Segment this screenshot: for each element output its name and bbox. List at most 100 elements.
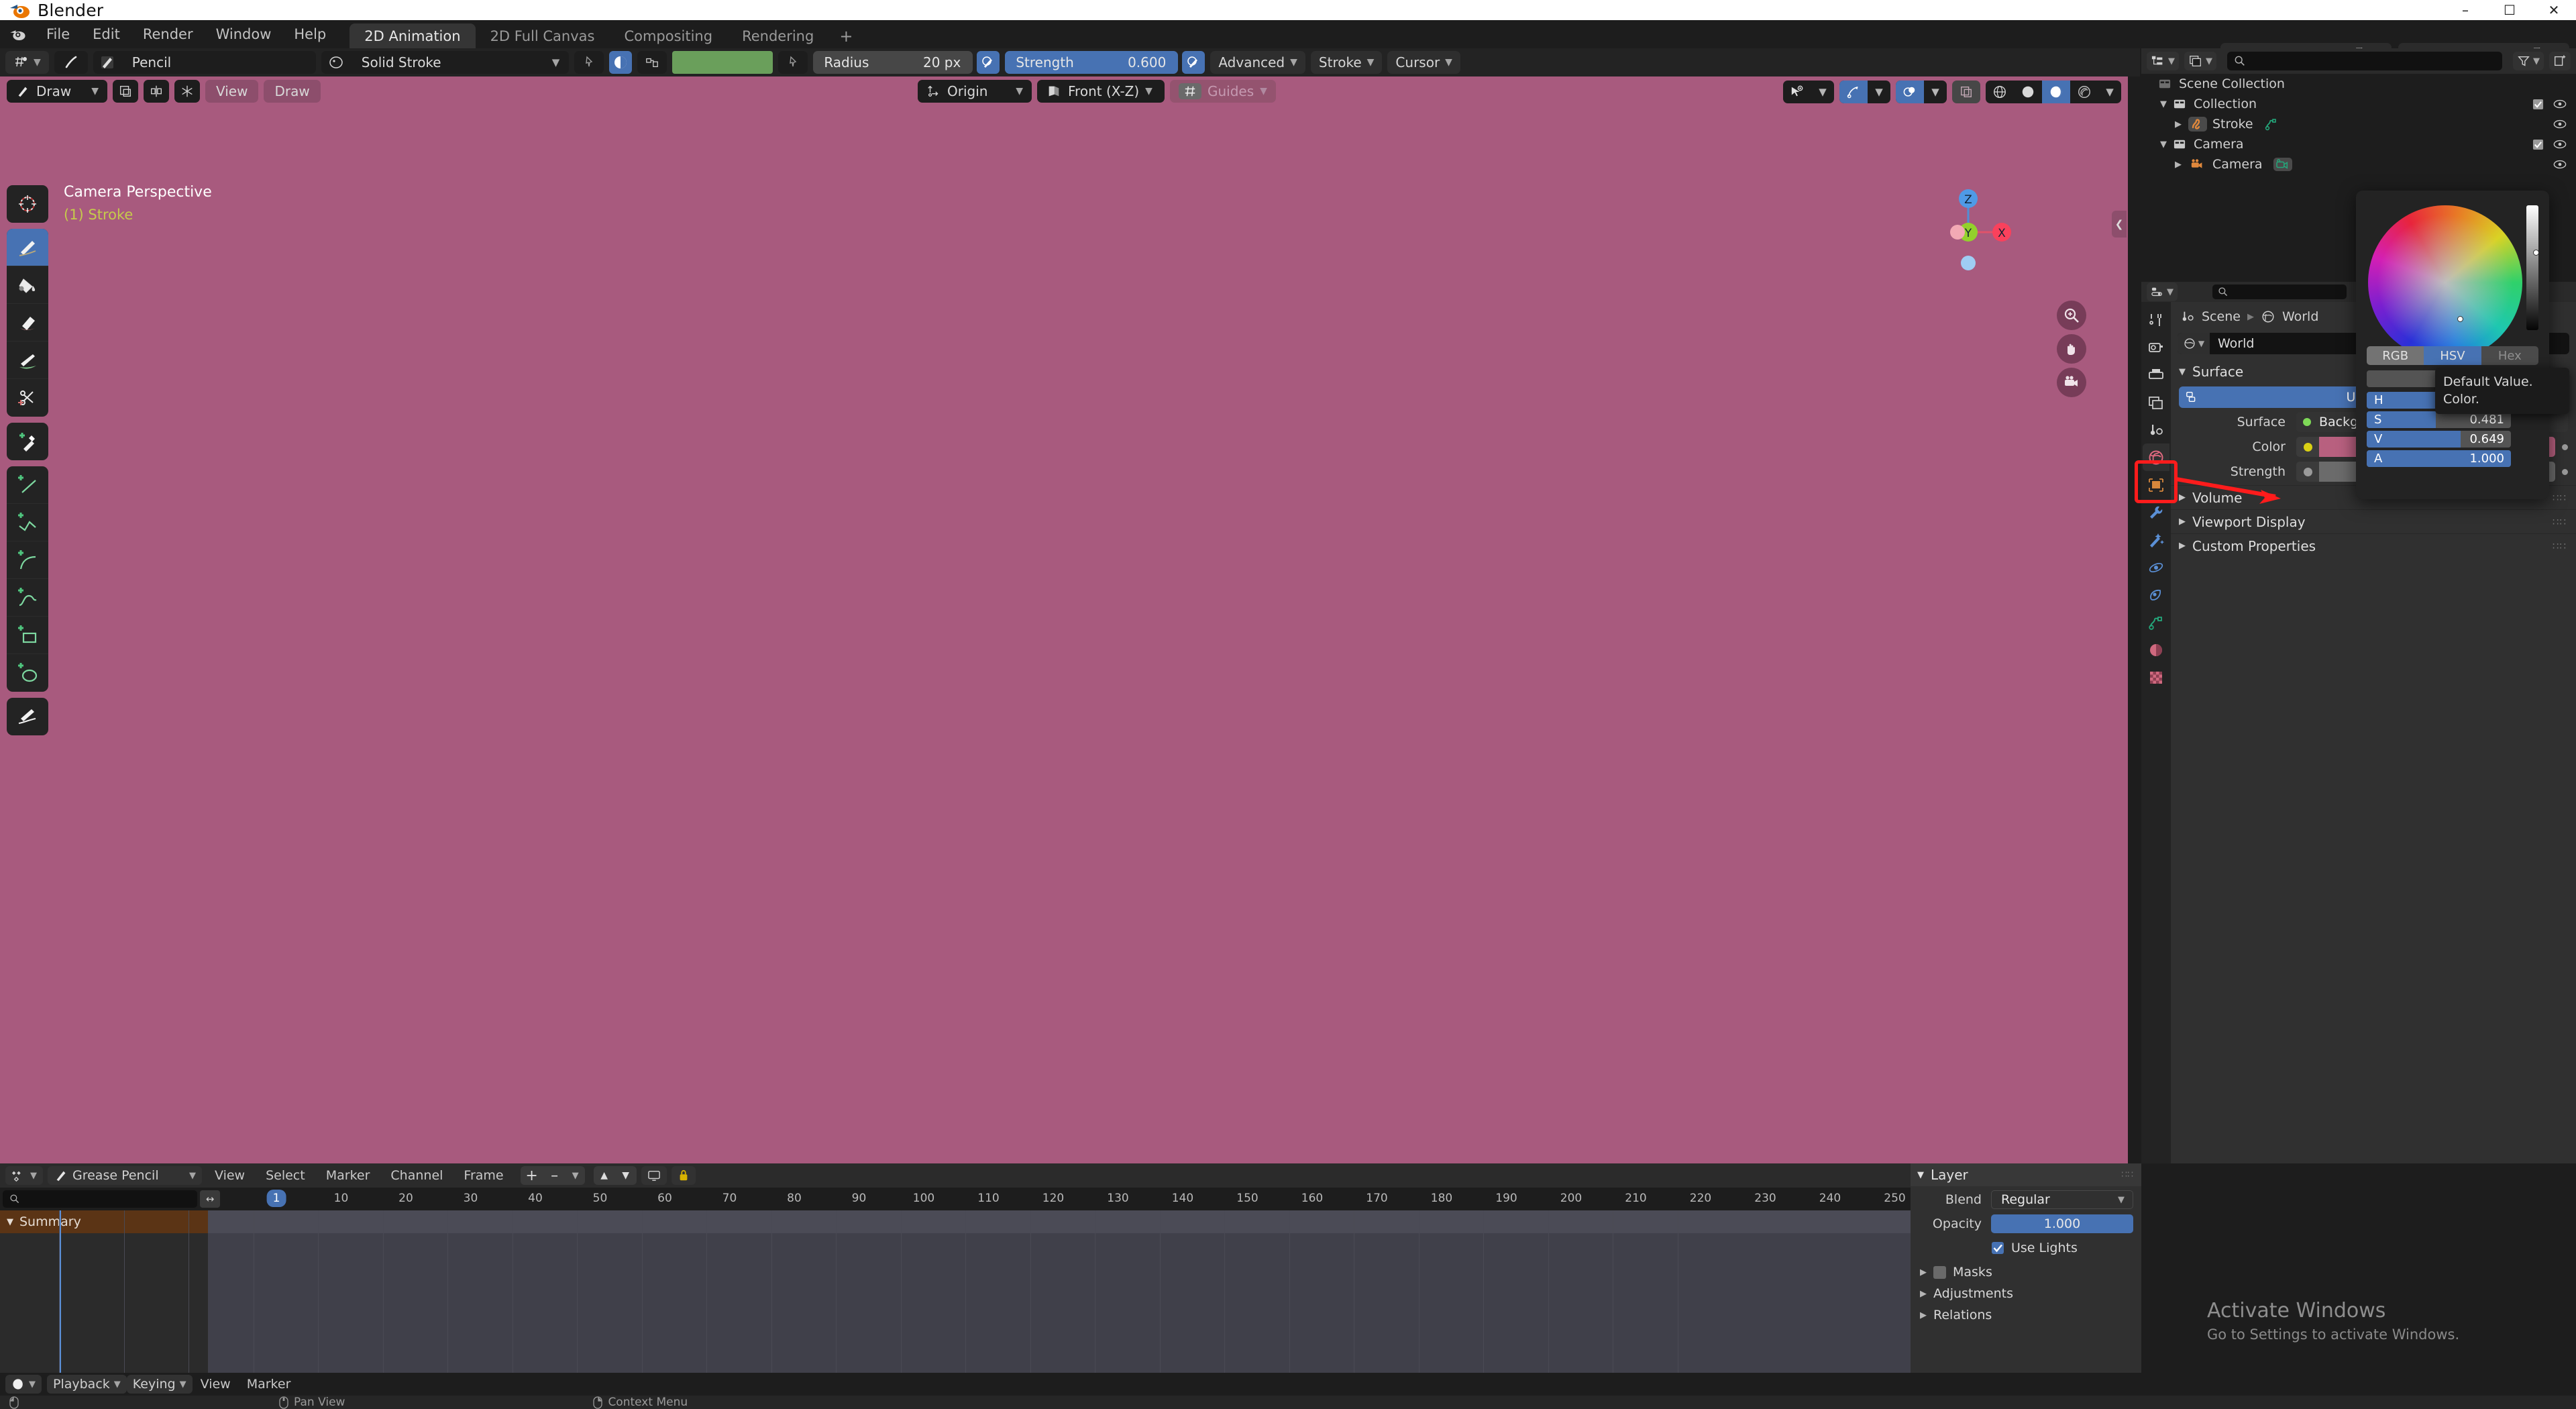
minimize-button[interactable]: – xyxy=(2443,0,2487,20)
color-picker-popup[interactable]: RGB HSV Hex H 0.941 S 0.481 V 0.649 A 1.… xyxy=(2356,191,2549,499)
mirror-toggle[interactable] xyxy=(144,80,169,103)
render-properties-tab[interactable] xyxy=(2143,333,2169,361)
viewport-menu-draw[interactable]: Draw xyxy=(264,80,321,103)
output-properties-tab[interactable] xyxy=(2143,361,2169,388)
line-tool[interactable] xyxy=(7,466,48,504)
pin-brush-button[interactable] xyxy=(574,51,604,74)
timeline-menu-view[interactable]: View xyxy=(193,1377,239,1392)
outliner-row-camera-collection[interactable]: ▼ Camera xyxy=(2141,134,2576,154)
dopesheet-channels[interactable]: ▼ Summary xyxy=(0,1210,1911,1373)
outliner-tree[interactable]: Scene Collection ▼ Collection ▶ Stroke ▼… xyxy=(2141,74,2576,174)
maximize-button[interactable]: ☐ xyxy=(2487,0,2532,20)
vertex-color-swatch[interactable] xyxy=(672,51,773,74)
gizmo-toggle-group[interactable]: ▼ xyxy=(1839,81,1890,103)
cursor-tool[interactable] xyxy=(7,185,48,223)
menu-file[interactable]: File xyxy=(35,20,81,48)
checkbox-icon[interactable] xyxy=(2532,99,2544,110)
use-lights-checkbox[interactable]: Use Lights xyxy=(1991,1241,2133,1255)
xray-icon[interactable] xyxy=(1952,81,1980,103)
rendered-shading-icon[interactable] xyxy=(2070,81,2098,103)
menu-render[interactable]: Render xyxy=(131,20,205,48)
timeline-ruler[interactable]: 1 10 20 30 40 50 60 70 80 90 100 110 120 130 140 150 160… xyxy=(220,1188,1911,1210)
wireframe-shading-icon[interactable] xyxy=(1986,81,2014,103)
brush-datablock[interactable]: Pencil xyxy=(93,51,316,74)
outliner-search-input[interactable] xyxy=(2227,52,2502,70)
color-wheel-cursor[interactable] xyxy=(2457,316,2463,322)
animate-color-icon[interactable] xyxy=(2562,443,2568,450)
expander-icon[interactable]: ▼ xyxy=(2156,140,2171,150)
overlay-toggle-group[interactable]: ▼ xyxy=(1896,81,1947,103)
radius-slider[interactable]: Radius 20 px xyxy=(813,51,973,74)
breadcrumb-world[interactable]: World xyxy=(2282,309,2318,324)
chevron-down-icon[interactable]: ▼ xyxy=(1811,81,1834,103)
expander-icon[interactable]: ▶ xyxy=(2171,160,2186,170)
polyline-tool[interactable] xyxy=(7,504,48,541)
expander-icon[interactable]: ▼ xyxy=(2156,99,2171,109)
dopesheet-menu-select[interactable]: Select xyxy=(258,1168,313,1183)
erase-tool[interactable] xyxy=(7,304,48,342)
playback-dropdown[interactable]: Playback ▼ xyxy=(47,1375,127,1394)
value-slider-cursor[interactable] xyxy=(2533,250,2539,256)
remove-keyframe-button[interactable]: – xyxy=(543,1166,566,1185)
close-button[interactable]: ✕ xyxy=(2532,0,2576,20)
interpolate-tool[interactable] xyxy=(7,698,48,735)
dopesheet-menu-marker[interactable]: Marker xyxy=(318,1168,378,1183)
chevron-down-icon[interactable]: ▼ xyxy=(1924,81,1947,103)
fill-tool[interactable] xyxy=(7,266,48,304)
cutter-tool[interactable] xyxy=(7,379,48,417)
radius-pressure-toggle[interactable] xyxy=(977,51,1000,74)
eye-icon[interactable] xyxy=(2553,159,2567,170)
tab-rendering[interactable]: Rendering xyxy=(727,23,828,48)
expander-icon[interactable]: ▶ xyxy=(2179,517,2186,527)
box-tool[interactable] xyxy=(7,617,48,654)
viewport-toolbar[interactable] xyxy=(7,185,48,741)
expander-icon[interactable]: ▶ xyxy=(1920,1310,1927,1320)
tab-2d-animation[interactable]: 2D Animation xyxy=(350,23,476,48)
channel-v[interactable]: V 0.649 xyxy=(2367,431,2511,448)
visibility-dropdown[interactable]: ▼ xyxy=(1783,81,1834,103)
menu-edit[interactable]: Edit xyxy=(81,20,131,48)
outliner-row-camera[interactable]: ▶ Camera xyxy=(2141,154,2576,174)
lock-toggle[interactable] xyxy=(671,1166,696,1185)
channel-name-column[interactable]: ▼ Summary xyxy=(0,1210,208,1373)
timeline-menu-marker[interactable]: Marker xyxy=(239,1377,299,1392)
cursor-dropdown[interactable]: Cursor ▼ xyxy=(1387,51,1460,74)
advanced-dropdown[interactable]: Advanced ▼ xyxy=(1210,51,1305,74)
eye-icon[interactable] xyxy=(2553,119,2567,129)
blender-menu-icon[interactable] xyxy=(0,20,35,48)
eye-icon[interactable] xyxy=(2553,99,2567,109)
3d-viewport[interactable]: Draw ▼ View Draw Origin ▼ Front (X-Z) ▼ xyxy=(0,76,2128,1163)
tab-2d-full-canvas[interactable]: 2D Full Canvas xyxy=(476,23,610,48)
outliner-editor-type-button[interactable]: ▼ xyxy=(2147,52,2179,70)
window-controls[interactable]: – ☐ ✕ xyxy=(2443,0,2576,20)
dopesheet-editor[interactable]: ▼ Grease Pencil ▼ View Select Marker Cha… xyxy=(0,1163,1911,1373)
material-mode-toggle[interactable] xyxy=(609,51,633,74)
opacity-slider[interactable]: 1.000 xyxy=(1991,1214,2133,1233)
outliner-filter-button[interactable]: ▼ xyxy=(2513,52,2544,70)
panel-viewport-display[interactable]: ▶ Viewport Display ∷∷ xyxy=(2171,509,2576,533)
subpanel-adjustments[interactable]: ▶ Adjustments xyxy=(1911,1283,2141,1304)
tab-compositing[interactable]: Compositing xyxy=(609,23,727,48)
use-lights-row[interactable]: Use Lights xyxy=(1919,1237,2133,1259)
guides-dropdown[interactable]: Guides ▼ xyxy=(1170,80,1276,103)
dopesheet-menu-channel[interactable]: Channel xyxy=(382,1168,451,1183)
material-shading-icon[interactable] xyxy=(2042,81,2070,103)
zoom-icon[interactable] xyxy=(2057,301,2086,330)
hand-icon[interactable] xyxy=(2057,334,2086,364)
expander-icon[interactable]: ▶ xyxy=(2171,119,2186,129)
expander-icon[interactable]: ▶ xyxy=(1920,1267,1927,1277)
solid-shading-icon[interactable] xyxy=(2014,81,2042,103)
dopesheet-menu-view[interactable]: View xyxy=(207,1168,253,1183)
properties-editor-type-button[interactable]: ▼ xyxy=(2147,282,2178,301)
arc-tool[interactable] xyxy=(7,541,48,579)
layer-sidebar[interactable]: ▼ Layer ∷∷ Blend Regular ▼ Opacity 1.000… xyxy=(1911,1163,2141,1373)
breadcrumb-scene[interactable]: Scene xyxy=(2202,309,2241,324)
properties-search-input[interactable] xyxy=(2212,284,2347,299)
visual-effects-properties-tab[interactable] xyxy=(2143,526,2169,554)
sidebar-toggle-icon[interactable]: ❮ xyxy=(2112,211,2127,238)
world-browse-button[interactable]: ▼ xyxy=(2178,333,2210,354)
expander-icon[interactable]: ▶ xyxy=(1920,1289,1927,1299)
dopesheet-mode-dropdown[interactable]: Grease Pencil ▼ xyxy=(48,1166,202,1185)
physics-properties-tab[interactable] xyxy=(2143,581,2169,609)
move-up-icon[interactable]: ▲ xyxy=(594,1166,615,1185)
